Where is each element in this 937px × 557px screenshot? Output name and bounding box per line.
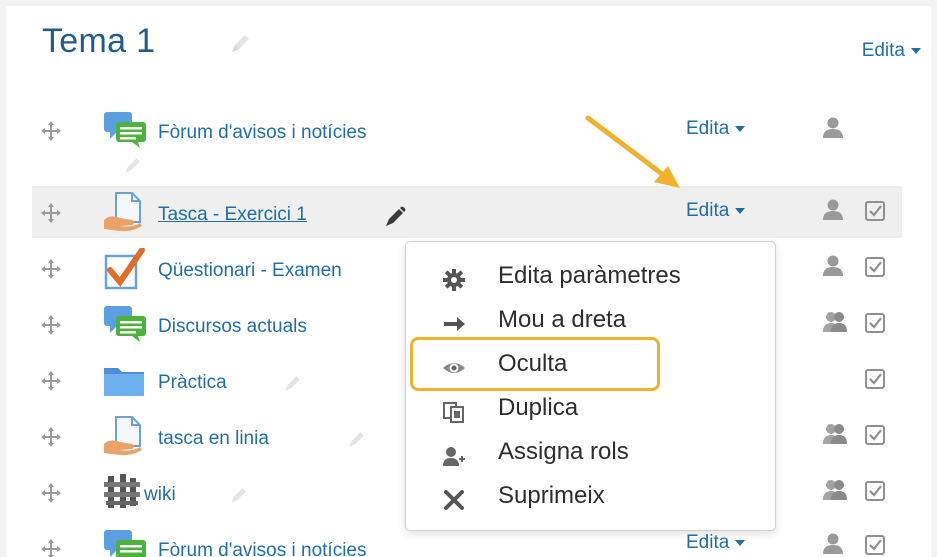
section-title: Tema 1 (42, 22, 156, 60)
folder-icon (102, 360, 148, 405)
menu-item-label: Mou a dreta (498, 306, 627, 333)
activity-name-link[interactable]: Fòrum d'avisos i notícies (158, 122, 366, 144)
activity-edit-menu[interactable]: Edita (686, 118, 746, 140)
gear-icon (442, 268, 466, 292)
user-icon[interactable] (822, 116, 844, 145)
completion-checkbox-icon[interactable] (864, 424, 886, 451)
group-icon[interactable] (822, 478, 848, 507)
edit-name-pencil-icon[interactable] (228, 484, 250, 511)
completion-checkbox-icon[interactable] (864, 480, 886, 507)
completion-checkbox-icon[interactable] (864, 534, 886, 557)
highlight-box (410, 337, 660, 391)
move-icon[interactable] (40, 202, 62, 229)
wiki-icon (102, 472, 142, 517)
activity-name-link[interactable]: wiki (144, 484, 176, 506)
completion-checkbox-icon[interactable] (864, 200, 886, 227)
activity-name-link[interactable]: Qüestionari - Examen (158, 260, 342, 282)
edit-name-pencil-icon[interactable] (382, 204, 408, 235)
assign-roles-icon (442, 444, 466, 468)
completion-checkbox-icon[interactable] (864, 256, 886, 283)
activity-row-assignment: Tasca - Exercici 1 Edita (32, 186, 902, 238)
caret-down-icon (735, 207, 746, 214)
section-edit-label: Edita (861, 40, 905, 61)
move-icon[interactable] (40, 426, 62, 453)
menu-item-label: Suprimeix (498, 482, 605, 509)
group-icon[interactable] (822, 422, 848, 451)
activity-edit-label: Edita (686, 200, 730, 221)
activity-name-link[interactable]: Tasca - Exercici 1 (158, 204, 307, 226)
activity-name-link[interactable]: Pràctica (158, 372, 227, 394)
quiz-icon (102, 247, 148, 295)
activity-row-forum: Fòrum d'avisos i notícies Edita (32, 104, 902, 173)
caret-down-icon (735, 539, 746, 546)
assignment-icon (102, 416, 148, 461)
forum-icon (102, 528, 148, 557)
edit-name-pencil-icon[interactable] (346, 428, 368, 455)
section-edit-menu[interactable]: Edita (862, 40, 921, 62)
caret-down-icon (911, 47, 921, 54)
move-icon[interactable] (40, 370, 62, 397)
duplicate-icon (442, 400, 466, 424)
course-section-panel: Tema 1 Edita Fòrum d'avisos i notícies E… (6, 6, 931, 557)
completion-checkbox-icon[interactable] (864, 312, 886, 339)
completion-checkbox-icon[interactable] (864, 368, 886, 395)
move-icon[interactable] (40, 482, 62, 509)
activity-name-link[interactable]: Fòrum d'avisos i notícies (158, 540, 366, 557)
menu-item-label: Duplica (498, 394, 579, 421)
move-icon[interactable] (40, 538, 62, 557)
move-icon[interactable] (40, 120, 62, 147)
edit-name-pencil-icon[interactable] (282, 372, 304, 399)
user-icon[interactable] (822, 254, 844, 283)
edit-name-pencil-icon[interactable] (122, 154, 144, 181)
arrow-right-icon (442, 312, 466, 336)
activity-edit-label: Edita (686, 532, 730, 553)
caret-down-icon (735, 125, 746, 132)
menu-item-label: Edita paràmetres (498, 262, 681, 289)
assignment-icon (102, 192, 148, 237)
move-icon[interactable] (40, 314, 62, 341)
move-icon[interactable] (40, 258, 62, 285)
forum-icon (102, 110, 148, 155)
activity-edit-menu[interactable]: Edita (686, 532, 746, 554)
menu-item-label: Assigna rols (498, 438, 629, 465)
user-icon[interactable] (822, 198, 844, 227)
activity-name-link[interactable]: Discursos actuals (158, 316, 307, 338)
delete-icon (442, 488, 466, 512)
group-icon[interactable] (822, 310, 848, 339)
activity-name-link[interactable]: tasca en linia (158, 428, 269, 450)
forum-icon (102, 304, 148, 349)
user-icon[interactable] (822, 532, 844, 557)
activity-edit-menu[interactable]: Edita (686, 200, 746, 222)
edit-title-pencil-icon[interactable] (228, 30, 254, 61)
pointer-arrow-icon (584, 114, 694, 201)
